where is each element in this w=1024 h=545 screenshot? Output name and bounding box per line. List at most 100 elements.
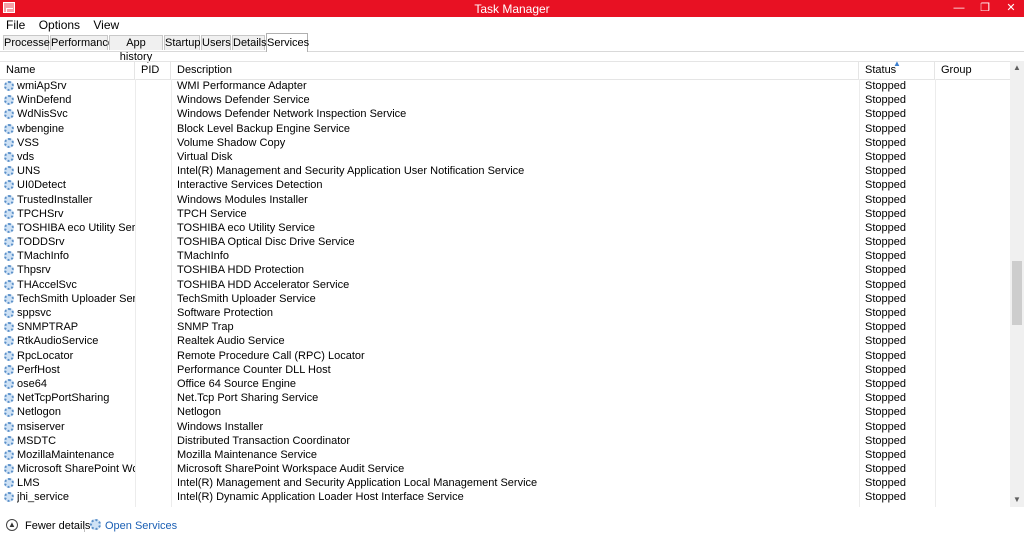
service-status-cell: Stopped xyxy=(865,165,906,178)
tab-users[interactable]: Users xyxy=(201,35,231,50)
services-gear-icon[interactable] xyxy=(90,519,101,530)
service-name-cell: TMachInfo xyxy=(17,250,69,263)
service-name-cell: Microsoft SharePoint Work... xyxy=(17,463,135,476)
close-button[interactable]: ✕ xyxy=(998,0,1024,17)
service-name-cell: LMS xyxy=(17,477,40,490)
service-name-cell: NetTcpPortSharing xyxy=(17,392,110,405)
table-row[interactable]: PerfHost Performance Counter DLL Host Stop… xyxy=(0,363,1010,377)
tab-details[interactable]: Details xyxy=(232,35,267,50)
service-name-cell: WdNisSvc xyxy=(17,108,68,121)
service-status-cell: Stopped xyxy=(865,150,906,163)
table-row[interactable]: NetTcpPortSharing Net.Tcp Port Sharing Se… xyxy=(0,391,1010,405)
service-description-cell: Virtual Disk xyxy=(177,150,233,163)
table-row[interactable]: TPCHSrv TPCH Service Stopped xyxy=(0,207,1010,221)
service-status-cell: Stopped xyxy=(865,463,906,476)
service-gear-icon xyxy=(4,279,14,290)
table-row[interactable]: WdNisSvc Windows Defender Network Inspect… xyxy=(0,107,1010,121)
table-row[interactable]: UI0Detect Interactive Services Detection S… xyxy=(0,178,1010,192)
service-gear-icon xyxy=(4,151,14,162)
service-status-cell: Stopped xyxy=(865,406,906,419)
tab-services[interactable]: Services xyxy=(266,33,309,52)
service-status-cell: Stopped xyxy=(865,491,906,504)
service-gear-icon xyxy=(4,194,14,205)
service-gear-icon xyxy=(4,478,14,489)
service-description-cell: Interactive Services Detection xyxy=(177,179,323,192)
service-gear-icon xyxy=(4,435,14,446)
service-gear-icon xyxy=(4,336,14,347)
service-name-cell: UI0Detect xyxy=(17,179,66,192)
service-gear-icon xyxy=(4,95,14,106)
service-description-cell: TechSmith Uploader Service xyxy=(177,292,316,305)
service-gear-icon xyxy=(4,81,14,91)
chevron-up-circle-icon[interactable]: ▲ xyxy=(6,519,18,531)
service-description-cell: Windows Installer xyxy=(177,420,264,433)
menu-view[interactable]: View xyxy=(88,17,124,33)
service-status-cell: Stopped xyxy=(865,307,906,319)
service-name-cell: SNMPTRAP xyxy=(17,321,79,334)
table-row[interactable]: msiserver Windows Installer Stopped xyxy=(0,420,1010,434)
service-status-cell: Stopped xyxy=(865,221,906,234)
table-row[interactable]: TechSmith Uploader Service TechSmith Uplo… xyxy=(0,292,1010,306)
column-header-pid[interactable]: PID xyxy=(135,62,171,79)
table-row[interactable]: MozillaMaintenance Mozilla Maintenance Se… xyxy=(0,448,1010,462)
table-row[interactable]: Microsoft SharePoint Work... Microsoft Sh… xyxy=(0,462,1010,476)
table-row[interactable]: Thpsrv TOSHIBA HDD Protection Stopped xyxy=(0,263,1010,277)
table-row[interactable]: MSDTC Distributed Transaction Coordinator… xyxy=(0,434,1010,448)
table-row[interactable]: Netlogon Netlogon Stopped xyxy=(0,405,1010,419)
open-services-link[interactable]: Open Services xyxy=(105,520,177,532)
table-row[interactable]: SNMPTRAP SNMP Trap Stopped xyxy=(0,320,1010,334)
column-header-description[interactable]: Description xyxy=(171,62,859,79)
table-row[interactable]: vds Virtual Disk Stopped xyxy=(0,150,1010,164)
tab-processes[interactable]: Processes xyxy=(3,35,55,50)
table-row[interactable]: THAccelSvc TOSHIBA HDD Accelerator Servic… xyxy=(0,278,1010,292)
service-name-cell: TechSmith Uploader Service xyxy=(17,292,135,305)
table-row[interactable]: VSS Volume Shadow Copy Stopped xyxy=(0,136,1010,150)
service-status-cell: Stopped xyxy=(865,278,906,291)
footer-bar: ▲ Fewer details Open Services xyxy=(0,515,1024,537)
service-status-cell: Stopped xyxy=(865,420,906,433)
table-row[interactable]: TrustedInstaller Windows Modules Installe… xyxy=(0,193,1010,207)
fewer-details-link[interactable]: Fewer details xyxy=(25,520,90,532)
column-header-group[interactable]: Group xyxy=(935,62,1010,79)
service-gear-icon xyxy=(4,180,14,191)
service-description-cell: TOSHIBA HDD Accelerator Service xyxy=(177,278,350,291)
menu-bar: File Options View xyxy=(0,17,1024,33)
tab-performance[interactable]: Performance xyxy=(50,35,114,50)
table-row[interactable]: WinDefend Windows Defender Service Stopped xyxy=(0,93,1010,107)
table-row[interactable]: ose64 Office 64 Source Engine Stopped xyxy=(0,377,1010,391)
service-name-cell: TODDSrv xyxy=(17,236,65,249)
service-description-cell: Net.Tcp Port Sharing Service xyxy=(177,392,319,405)
service-gear-icon xyxy=(4,237,14,248)
restore-button[interactable]: ❐ xyxy=(972,0,998,17)
menu-file[interactable]: File xyxy=(0,17,30,33)
table-row[interactable]: RtkAudioService Realtek Audio Service Stop… xyxy=(0,334,1010,348)
table-row[interactable]: LMS Intel(R) Management and Security Appl… xyxy=(0,476,1010,490)
service-description-cell: Volume Shadow Copy xyxy=(177,136,286,149)
table-row[interactable]: TOSHIBA eco Utility Service TOSHIBA eco U… xyxy=(0,221,1010,235)
menu-options[interactable]: Options xyxy=(34,17,85,33)
table-row[interactable]: wmiApSrv WMI Performance Adapter Stopped xyxy=(0,79,1010,93)
scroll-down-arrow-icon[interactable]: ▼ xyxy=(1010,493,1024,507)
tab-startup[interactable]: Startup xyxy=(164,35,200,50)
service-description-cell: Office 64 Source Engine xyxy=(177,377,297,390)
minimize-button[interactable]: — xyxy=(946,0,972,17)
table-row[interactable]: TODDSrv TOSHIBA Optical Disc Drive Servic… xyxy=(0,235,1010,249)
service-status-cell: Stopped xyxy=(865,179,906,192)
table-row[interactable]: UNS Intel(R) Management and Security Appl… xyxy=(0,164,1010,178)
scroll-thumb[interactable] xyxy=(1012,261,1022,325)
table-row[interactable]: wbengine Block Level Backup Engine Servic… xyxy=(0,122,1010,136)
tab-app-history[interactable]: App history xyxy=(109,35,163,63)
vertical-scrollbar[interactable]: ▲ ▼ xyxy=(1010,61,1024,507)
table-row[interactable]: RpcLocator Remote Procedure Call (RPC) Lo… xyxy=(0,349,1010,363)
table-row[interactable]: sppsvc Software Protection Stopped xyxy=(0,306,1010,320)
service-description-cell: WMI Performance Adapter xyxy=(177,80,307,92)
table-row[interactable]: TMachInfo TMachInfo Stopped xyxy=(0,249,1010,263)
service-name-cell: TPCHSrv xyxy=(17,207,64,220)
table-row[interactable]: jhi_service Intel(R) Dynamic Application … xyxy=(0,490,1010,504)
service-gear-icon xyxy=(4,137,14,148)
column-header-name[interactable]: Name xyxy=(0,62,135,79)
service-description-cell: TOSHIBA Optical Disc Drive Service xyxy=(177,236,355,249)
service-name-cell: MozillaMaintenance xyxy=(17,448,115,461)
service-name-cell: TrustedInstaller xyxy=(17,193,93,206)
scroll-up-arrow-icon[interactable]: ▲ xyxy=(1010,61,1024,75)
